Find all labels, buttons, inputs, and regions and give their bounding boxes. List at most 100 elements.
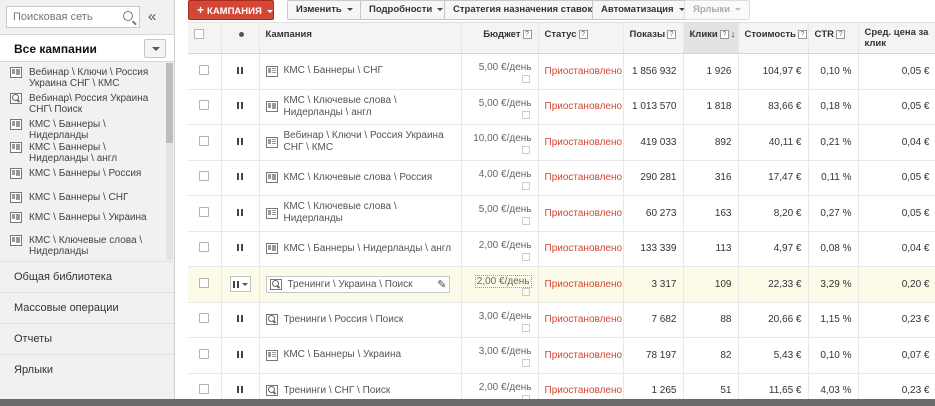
sidebar-campaign-item[interactable]: Вебинар\ Россия Украина СНГ\ Поиск	[0, 89, 166, 115]
campaign-name-cell[interactable]: КМС \ Ключевые слова \ Нидерланды	[259, 195, 462, 232]
sidebar-campaign-item[interactable]: КМС \ Ключевые слова \ Нидерланды	[0, 231, 166, 257]
pause-icon[interactable]	[237, 350, 243, 358]
help-icon[interactable]: ?	[797, 30, 807, 39]
table-row[interactable]: КМС \ Баннеры \ Украина 3,00 €/день Приост…	[188, 337, 935, 374]
budget-cell[interactable]: 2,00 €/день	[461, 266, 539, 303]
budget-cell[interactable]: 10,00 €/день	[461, 124, 539, 161]
campaign-name-cell[interactable]: КМС \ Ключевые слова \ Нидерланды \ англ	[259, 89, 462, 125]
pause-icon[interactable]	[237, 208, 243, 216]
campaign-name-link[interactable]: Тренинги \ Украина \ Поиск	[288, 279, 413, 290]
budget-cell[interactable]: 3,00 €/день	[461, 337, 539, 374]
campaign-name-link[interactable]: КМС \ Баннеры \ Нидерланды \ англ	[284, 243, 452, 255]
table-row[interactable]: КМС \ Ключевые слова \ Нидерланды \ англ…	[188, 89, 935, 125]
status-dot-icon[interactable]	[238, 32, 244, 37]
collapse-sidebar-icon[interactable]: «	[148, 8, 156, 25]
sidebar-campaign-item[interactable]: КМС \ Баннеры \ СНГ	[0, 188, 166, 208]
sidebar-campaign-item[interactable]: КМС \ Баннеры \ Нидерланды	[0, 115, 166, 141]
help-icon[interactable]: ?	[522, 30, 532, 39]
edit-button[interactable]: Изменить	[287, 0, 362, 20]
sidebar-campaign-item[interactable]: КМС \ Баннеры \ Нидерланды \ англ	[0, 138, 166, 164]
campaign-name-cell[interactable]: КМС \ Баннеры \ СНГ	[259, 53, 462, 90]
status-header[interactable]: Статус?	[538, 22, 624, 54]
row-checkbox[interactable]	[199, 100, 210, 111]
impressions-header[interactable]: Показы?	[623, 22, 684, 54]
campaign-name-cell[interactable]: Тренинги \ Украина \ Поиск ✎	[259, 266, 462, 303]
row-checkbox[interactable]	[199, 64, 210, 75]
pause-icon[interactable]	[237, 244, 243, 252]
campaign-name-link[interactable]: Вебинар \ Ключи \ Россия Украина СНГ \ К…	[284, 130, 455, 154]
row-checkbox[interactable]	[199, 313, 210, 324]
pause-icon[interactable]	[237, 137, 243, 145]
cost-header[interactable]: Стоимость?	[738, 22, 809, 54]
pause-icon[interactable]	[237, 173, 243, 181]
help-icon[interactable]: ?	[578, 30, 588, 39]
campaign-search-input[interactable]	[7, 7, 117, 27]
help-icon[interactable]: ?	[667, 30, 677, 39]
budget-header[interactable]: Бюджет?	[461, 22, 539, 54]
all-campaigns-item[interactable]: Все кампании	[0, 34, 174, 62]
table-row[interactable]: КМС \ Ключевые слова \ Нидерланды 5,00 €/…	[188, 195, 935, 232]
help-icon[interactable]: ?	[836, 30, 846, 39]
campaign-search[interactable]	[6, 6, 140, 28]
pencil-icon[interactable]: ✎	[437, 278, 446, 291]
campaign-name-link[interactable]: КМС \ Ключевые слова \ Нидерланды	[284, 201, 455, 225]
table-row[interactable]: КМС \ Баннеры \ СНГ 5,00 €/день Приостанов…	[188, 53, 935, 90]
sidebar-campaign-item[interactable]: КМС \ Баннеры \ Россия	[0, 164, 166, 188]
budget-cell[interactable]: 5,00 €/день	[461, 89, 539, 125]
campaign-name-link[interactable]: КМС \ Ключевые слова \ Россия	[284, 172, 433, 184]
avg-cpc-header[interactable]: Сред. цена за клик	[858, 22, 935, 54]
help-icon[interactable]: ?	[719, 30, 729, 39]
campaign-name-link[interactable]: Тренинги \ СНГ \ Поиск	[284, 385, 391, 397]
budget-cell[interactable]: 4,00 €/день	[461, 160, 539, 196]
sidebar-scrollbar[interactable]	[166, 63, 173, 260]
pause-icon[interactable]	[237, 66, 243, 74]
nav-shared-library[interactable]: Общая библиотека	[0, 261, 174, 292]
table-row[interactable]: КМС \ Баннеры \ Нидерланды \ англ 2,00 €/…	[188, 231, 935, 267]
table-row[interactable]: Вебинар \ Ключи \ Россия Украина СНГ \ К…	[188, 124, 935, 161]
pause-icon[interactable]	[237, 102, 243, 110]
row-checkbox[interactable]	[199, 242, 210, 253]
select-all-checkbox[interactable]	[194, 29, 204, 39]
bid-strategy-button[interactable]: Стратегия назначения ставок	[444, 0, 613, 20]
clicks-header[interactable]: Клики? ↓	[683, 22, 739, 54]
row-checkbox[interactable]	[199, 277, 210, 288]
pause-icon[interactable]	[237, 386, 243, 394]
budget-cell[interactable]: 3,00 €/день	[461, 302, 539, 338]
pause-icon[interactable]	[237, 315, 243, 323]
row-status-dropdown[interactable]	[229, 276, 251, 293]
campaign-name-cell[interactable]: Вебинар \ Ключи \ Россия Украина СНГ \ К…	[259, 124, 462, 161]
labels-button[interactable]: Ярлыки	[684, 0, 751, 20]
details-button[interactable]: Подробности	[360, 0, 453, 20]
budget-value[interactable]: 2,00 €/день	[474, 275, 532, 288]
nav-reports[interactable]: Отчеты	[0, 323, 174, 354]
sidebar-campaign-item[interactable]: КМС \ Баннеры \ Украина	[0, 208, 166, 231]
table-row[interactable]: Тренинги \ Украина \ Поиск ✎ 2,00 €/день Пр…	[188, 266, 935, 303]
add-campaign-button[interactable]: + КАМПАНИЯ	[188, 0, 274, 20]
campaign-name-cell[interactable]: КМС \ Баннеры \ Нидерланды \ англ	[259, 231, 462, 267]
row-checkbox[interactable]	[199, 206, 210, 217]
all-campaigns-dropdown[interactable]	[144, 39, 166, 58]
campaign-name-edit-field[interactable]: Тренинги \ Украина \ Поиск ✎	[265, 275, 450, 293]
row-checkbox[interactable]	[199, 348, 210, 359]
nav-bulk-operations[interactable]: Массовые операции	[0, 292, 174, 323]
row-checkbox[interactable]	[199, 171, 210, 182]
campaign-name-link[interactable]: КМС \ Баннеры \ Украина	[284, 349, 402, 361]
campaign-name-link[interactable]: Тренинги \ Россия \ Поиск	[284, 314, 404, 326]
table-row[interactable]: КМС \ Ключевые слова \ Россия 4,00 €/день…	[188, 160, 935, 196]
row-checkbox[interactable]	[199, 384, 210, 395]
search-icon[interactable]	[123, 11, 133, 21]
campaign-header[interactable]: Кампания	[259, 22, 462, 54]
campaign-name-link[interactable]: КМС \ Баннеры \ СНГ	[284, 65, 383, 77]
budget-cell[interactable]: 5,00 €/день	[461, 53, 539, 90]
campaign-name-cell[interactable]: КМС \ Ключевые слова \ Россия	[259, 160, 462, 196]
budget-cell[interactable]: 5,00 €/день	[461, 195, 539, 232]
sidebar-campaign-item[interactable]: Вебинар \ Ключи \ Россия Украина СНГ \ К…	[0, 63, 166, 89]
campaign-name-cell[interactable]: КМС \ Баннеры \ Украина	[259, 337, 462, 374]
table-row[interactable]: Тренинги \ Россия \ Поиск 3,00 €/день Прио…	[188, 302, 935, 338]
campaign-name-link[interactable]: КМС \ Ключевые слова \ Нидерланды \ англ	[284, 95, 455, 119]
budget-cell[interactable]: 2,00 €/день	[461, 231, 539, 267]
campaign-name-cell[interactable]: Тренинги \ Россия \ Поиск	[259, 302, 462, 338]
ctr-header[interactable]: CTR?	[808, 22, 859, 54]
automation-button[interactable]: Автоматизация	[592, 0, 694, 20]
nav-labels[interactable]: Ярлыки	[0, 354, 174, 385]
